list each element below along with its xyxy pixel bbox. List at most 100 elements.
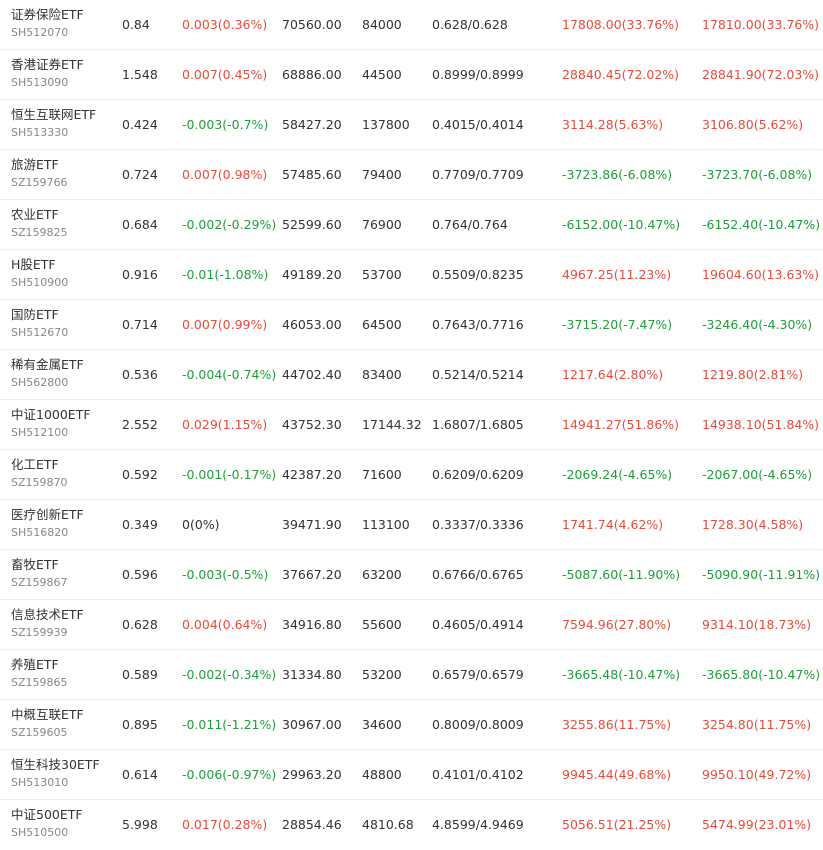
position-pnl-cell: 28840.45(72.02%) bbox=[562, 67, 680, 82]
fund-name[interactable]: 医疗创新ETF bbox=[11, 505, 84, 525]
position-pnl-cell: -3723.86(-6.08%) bbox=[562, 167, 673, 182]
fund-name-cell[interactable]: 旅游ETF SZ159766 bbox=[11, 155, 68, 191]
table-row[interactable]: 化工ETF SZ159870 0.592 -0.001(-0.17%) 42387.20… bbox=[0, 450, 823, 500]
table-row[interactable]: 香港证券ETF SH513090 1.548 0.007(0.45%) 68886.00… bbox=[0, 50, 823, 100]
fund-name[interactable]: 养殖ETF bbox=[11, 655, 68, 675]
cost-cell: 0.6579/0.6579 bbox=[432, 667, 524, 682]
shares-cell: 53200 bbox=[362, 667, 402, 682]
shares-cell: 44500 bbox=[362, 67, 402, 82]
fund-name[interactable]: 香港证券ETF bbox=[11, 55, 84, 75]
position-pnl-cell: -3665.48(-10.47%) bbox=[562, 667, 681, 682]
fund-name-cell[interactable]: 畜牧ETF SZ159867 bbox=[11, 555, 68, 591]
cost-cell: 0.4015/0.4014 bbox=[432, 117, 524, 132]
fund-name-cell[interactable]: 医疗创新ETF SH516820 bbox=[11, 505, 84, 541]
table-row[interactable]: 恒生科技30ETF SH513010 0.614 -0.006(-0.97%) 2996… bbox=[0, 750, 823, 800]
shares-cell: 84000 bbox=[362, 17, 402, 32]
change-cell: -0.002(-0.34%) bbox=[182, 667, 277, 682]
change-cell: 0.003(0.36%) bbox=[182, 17, 268, 32]
fund-name-cell[interactable]: 中证1000ETF SH512100 bbox=[11, 405, 91, 441]
fund-code: SZ159939 bbox=[11, 626, 68, 639]
fund-name[interactable]: 国防ETF bbox=[11, 305, 68, 325]
table-row[interactable]: 中证1000ETF SH512100 2.552 0.029(1.15%) 43752.… bbox=[0, 400, 823, 450]
table-row[interactable]: 国防ETF SH512670 0.714 0.007(0.99%) 46053.00 64… bbox=[0, 300, 823, 350]
price-cell: 5.998 bbox=[122, 817, 158, 832]
price-cell: 0.916 bbox=[122, 267, 158, 282]
shares-cell: 79400 bbox=[362, 167, 402, 182]
change-cell: 0(0%) bbox=[182, 517, 220, 532]
fund-name-cell[interactable]: 中证500ETF SH510500 bbox=[11, 805, 83, 841]
cost-cell: 0.8999/0.8999 bbox=[432, 67, 524, 82]
shares-cell: 64500 bbox=[362, 317, 402, 332]
fund-name-cell[interactable]: 证券保险ETF SH512070 bbox=[11, 5, 84, 41]
fund-name[interactable]: 旅游ETF bbox=[11, 155, 68, 175]
price-cell: 0.628 bbox=[122, 617, 158, 632]
position-pnl-cell: 17808.00(33.76%) bbox=[562, 17, 680, 32]
fund-code: SZ159870 bbox=[11, 476, 68, 489]
table-row[interactable]: 恒生互联网ETF SH513330 0.424 -0.003(-0.7%) 58427.… bbox=[0, 100, 823, 150]
price-cell: 0.895 bbox=[122, 717, 158, 732]
fund-name[interactable]: 稀有金属ETF bbox=[11, 355, 84, 375]
cost-cell: 1.6807/1.6805 bbox=[432, 417, 524, 432]
position-pnl-cell: 3255.86(11.75%) bbox=[562, 717, 672, 732]
position-pnl-cell: 3114.28(5.63%) bbox=[562, 117, 664, 132]
shares-cell: 4810.68 bbox=[362, 817, 414, 832]
cost-cell: 4.8599/4.9469 bbox=[432, 817, 524, 832]
market-value-cell: 28854.46 bbox=[282, 817, 342, 832]
fund-code: SH513090 bbox=[11, 76, 69, 89]
fund-name-cell[interactable]: 化工ETF SZ159870 bbox=[11, 455, 68, 491]
table-row[interactable]: 信息技术ETF SZ159939 0.628 0.004(0.64%) 34916.80… bbox=[0, 600, 823, 650]
fund-name-cell[interactable]: 养殖ETF SZ159865 bbox=[11, 655, 68, 691]
market-value-cell: 30967.00 bbox=[282, 717, 342, 732]
table-row[interactable]: 证券保险ETF SH512070 0.84 0.003(0.36%) 70560.00 8… bbox=[0, 0, 823, 50]
shares-cell: 76900 bbox=[362, 217, 402, 232]
fund-name-cell[interactable]: 国防ETF SH512670 bbox=[11, 305, 68, 341]
fund-name-cell[interactable]: 恒生互联网ETF SH513330 bbox=[11, 105, 96, 141]
table-row[interactable]: 中概互联ETF SZ159605 0.895 -0.011(-1.21%) 30967.… bbox=[0, 700, 823, 750]
position-pnl-cell: 1217.64(2.80%) bbox=[562, 367, 664, 382]
shares-cell: 48800 bbox=[362, 767, 402, 782]
shares-cell: 83400 bbox=[362, 367, 402, 382]
position-pnl-cell: 14941.27(51.86%) bbox=[562, 417, 680, 432]
fund-name[interactable]: 恒生科技30ETF bbox=[11, 755, 100, 775]
table-row[interactable]: 农业ETF SZ159825 0.684 -0.002(-0.29%) 52599.60… bbox=[0, 200, 823, 250]
fund-code: SH513330 bbox=[11, 126, 69, 139]
table-row[interactable]: 稀有金属ETF SH562800 0.536 -0.004(-0.74%) 44702.… bbox=[0, 350, 823, 400]
fund-name-cell[interactable]: 香港证券ETF SH513090 bbox=[11, 55, 84, 91]
total-pnl-cell: -6152.40(-10.47%) bbox=[702, 217, 821, 232]
fund-code: SH512070 bbox=[11, 26, 69, 39]
market-value-cell: 46053.00 bbox=[282, 317, 342, 332]
total-pnl-cell: 3106.80(5.62%) bbox=[702, 117, 804, 132]
fund-name-cell[interactable]: 稀有金属ETF SH562800 bbox=[11, 355, 84, 391]
fund-name[interactable]: 信息技术ETF bbox=[11, 605, 84, 625]
table-row[interactable]: 中证500ETF SH510500 5.998 0.017(0.28%) 28854.4… bbox=[0, 800, 823, 850]
fund-name-cell[interactable]: 恒生科技30ETF SH513010 bbox=[11, 755, 100, 791]
price-cell: 0.349 bbox=[122, 517, 158, 532]
fund-name[interactable]: 中证1000ETF bbox=[11, 405, 91, 425]
change-cell: -0.002(-0.29%) bbox=[182, 217, 277, 232]
table-row[interactable]: H股ETF SH510900 0.916 -0.01(-1.08%) 49189.20 5… bbox=[0, 250, 823, 300]
table-row[interactable]: 畜牧ETF SZ159867 0.596 -0.003(-0.5%) 37667.20 6… bbox=[0, 550, 823, 600]
fund-name[interactable]: 中证500ETF bbox=[11, 805, 83, 825]
fund-name[interactable]: 恒生互联网ETF bbox=[11, 105, 96, 125]
fund-name-cell[interactable]: 农业ETF SZ159825 bbox=[11, 205, 68, 241]
fund-name-cell[interactable]: 中概互联ETF SZ159605 bbox=[11, 705, 84, 741]
fund-code: SZ159766 bbox=[11, 176, 68, 189]
table-row[interactable]: 养殖ETF SZ159865 0.589 -0.002(-0.34%) 31334.80… bbox=[0, 650, 823, 700]
fund-name-cell[interactable]: H股ETF SH510900 bbox=[11, 255, 68, 291]
fund-name[interactable]: H股ETF bbox=[11, 255, 68, 275]
table-row[interactable]: 医疗创新ETF SH516820 0.349 0(0%) 39471.90 113100 0… bbox=[0, 500, 823, 550]
fund-name[interactable]: 化工ETF bbox=[11, 455, 68, 475]
fund-name[interactable]: 中概互联ETF bbox=[11, 705, 84, 725]
position-pnl-cell: -3715.20(-7.47%) bbox=[562, 317, 673, 332]
market-value-cell: 42387.20 bbox=[282, 467, 342, 482]
market-value-cell: 34916.80 bbox=[282, 617, 342, 632]
fund-code: SH516820 bbox=[11, 526, 69, 539]
fund-name[interactable]: 证券保险ETF bbox=[11, 5, 84, 25]
fund-code: SH513010 bbox=[11, 776, 69, 789]
fund-name[interactable]: 农业ETF bbox=[11, 205, 68, 225]
price-cell: 1.548 bbox=[122, 67, 158, 82]
fund-name-cell[interactable]: 信息技术ETF SZ159939 bbox=[11, 605, 84, 641]
change-cell: -0.003(-0.5%) bbox=[182, 567, 269, 582]
table-row[interactable]: 旅游ETF SZ159766 0.724 0.007(0.98%) 57485.60 79… bbox=[0, 150, 823, 200]
fund-name[interactable]: 畜牧ETF bbox=[11, 555, 68, 575]
